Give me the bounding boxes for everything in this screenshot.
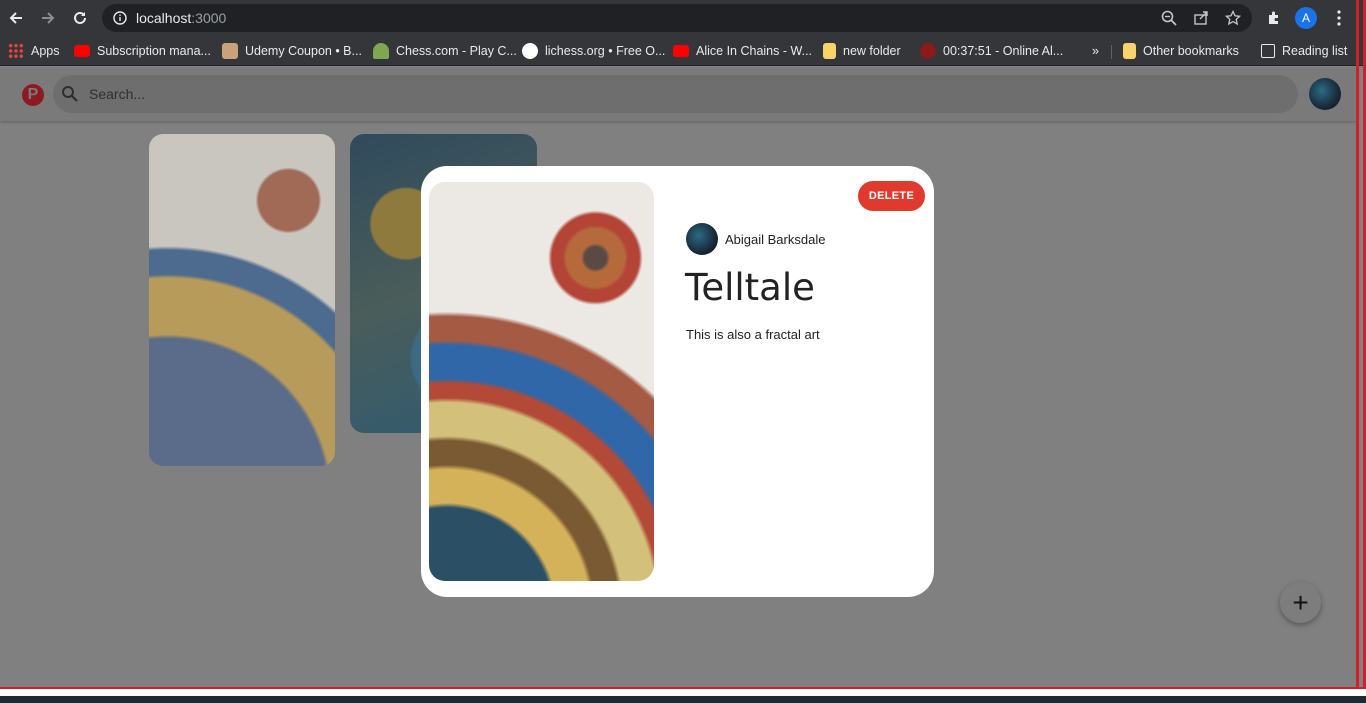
star-icon[interactable] — [1224, 9, 1242, 27]
back-icon[interactable] — [4, 6, 28, 30]
bookmark-alice-in-chains[interactable]: Alice In Chains - W... — [673, 42, 812, 60]
folder-icon — [823, 43, 836, 59]
zoom-icon[interactable] — [1160, 9, 1178, 27]
bookmark-chess[interactable]: Chess.com - Play C... — [373, 42, 517, 60]
search-bar[interactable] — [53, 75, 1298, 113]
pin-detail-modal — [421, 166, 934, 597]
bookmark-lichess[interactable]: lichess.org • Free O... — [522, 42, 665, 60]
lichess-icon — [522, 43, 538, 59]
udemy-icon — [222, 43, 238, 59]
profile-avatar[interactable]: A — [1295, 7, 1317, 29]
url-text: localhost:3000 — [136, 10, 227, 26]
pinterest-logo[interactable]: P — [22, 84, 44, 106]
address-bar[interactable]: localhost:3000 — [102, 4, 1252, 32]
browser-toolbar: localhost:3000 A — [0, 0, 1366, 36]
taskbar-strip — [0, 696, 1366, 703]
bookmark-apps[interactable]: Apps — [8, 42, 60, 60]
search-icon — [62, 86, 78, 102]
author-avatar[interactable] — [686, 223, 718, 255]
bookmark-online-al[interactable]: 00:37:51 - Online Al... — [920, 42, 1063, 60]
pin-title: Telltale — [685, 266, 815, 309]
reading-list-icon — [1261, 44, 1275, 58]
youtube-icon — [74, 45, 90, 57]
bookmark-separator — [1111, 45, 1112, 59]
pin-description: This is also a fractal art — [686, 327, 820, 342]
record-icon — [920, 43, 936, 59]
chess-pawn-icon — [373, 43, 389, 59]
right-border — [1356, 0, 1359, 703]
share-icon[interactable] — [1192, 9, 1210, 27]
pin-image — [429, 182, 654, 581]
add-pin-button[interactable]: + — [1280, 582, 1321, 623]
bookmark-new-folder[interactable]: new folder — [823, 42, 901, 60]
apps-grid-icon — [8, 43, 24, 59]
youtube-icon — [673, 45, 689, 57]
pin-author[interactable]: Abigail Barksdale — [686, 223, 825, 255]
folder-icon — [1123, 43, 1136, 59]
menu-icon[interactable] — [1327, 6, 1351, 30]
bookmark-udemy[interactable]: Udemy Coupon • B... — [222, 42, 362, 60]
bookmarks-bar: Apps Subscription mana... Udemy Coupon •… — [0, 36, 1366, 66]
app-header: P — [0, 69, 1357, 121]
user-avatar[interactable] — [1309, 78, 1341, 110]
bookmarks-overflow[interactable]: » — [1092, 42, 1099, 60]
reading-list[interactable]: Reading list — [1261, 42, 1347, 60]
pin-card[interactable] — [149, 134, 335, 466]
bookmark-other[interactable]: Other bookmarks — [1123, 42, 1239, 60]
search-input[interactable] — [89, 84, 1189, 104]
reload-icon[interactable] — [68, 6, 92, 30]
bookmark-subscription[interactable]: Subscription mana... — [74, 42, 211, 60]
delete-button[interactable]: DELETE — [858, 181, 925, 211]
bottom-border — [0, 687, 1366, 696]
extensions-icon[interactable] — [1262, 6, 1286, 30]
author-name[interactable]: Abigail Barksdale — [725, 232, 825, 247]
info-icon[interactable] — [111, 9, 129, 27]
forward-icon[interactable] — [36, 6, 60, 30]
